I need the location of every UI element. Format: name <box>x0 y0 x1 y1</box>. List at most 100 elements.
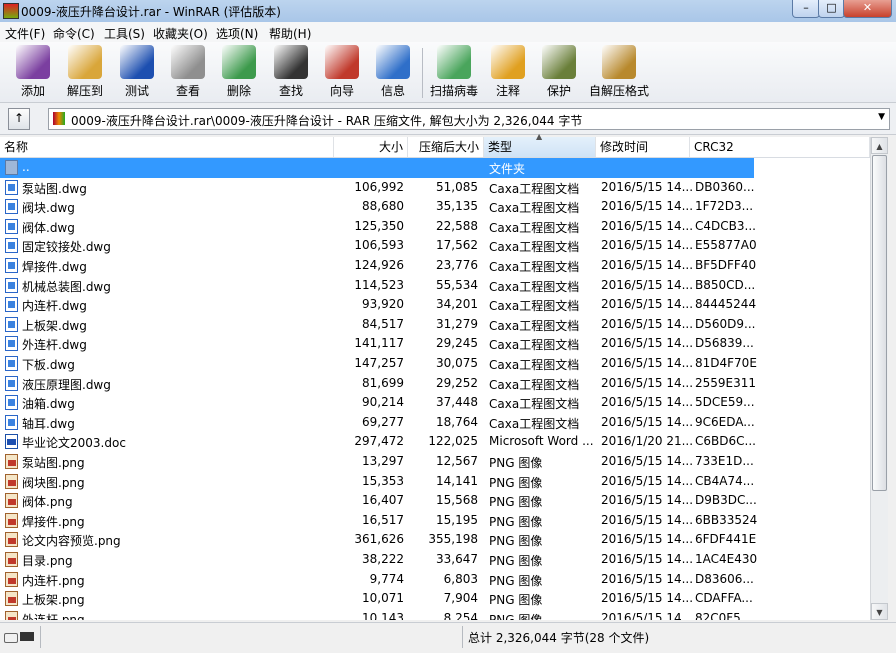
file-row[interactable]: 毕业论文2003.doc 297,472 122,025 Microsoft Word… <box>0 432 870 452</box>
menu-commands[interactable]: 命令(C) <box>53 25 95 42</box>
file-size: 16,517 <box>362 512 404 527</box>
file-size: 16,407 <box>362 493 404 508</box>
file-row[interactable]: 阀体.png 16,407 15,568 PNG 图像 2016/5/15 14... D… <box>0 491 870 511</box>
file-row[interactable]: 下板.dwg 147,257 30,075 Caxa工程图文档 2016/5/15 14… <box>0 354 870 374</box>
file-row[interactable]: 泵站图.png 13,297 12,567 PNG 图像 2016/5/15 14...… <box>0 452 870 472</box>
file-size: 147,257 <box>354 356 404 370</box>
column-packed[interactable]: 压缩后大小 <box>408 137 484 157</box>
file-type: Caxa工程图文档 <box>489 299 580 314</box>
file-row[interactable]: 内连杆.png 9,774 6,803 PNG 图像 2016/5/15 14... D8… <box>0 570 870 590</box>
sfx-button[interactable]: 自解压格式 <box>588 45 650 99</box>
file-row[interactable]: 外连杆.dwg 141,117 29,245 Caxa工程图文档 2016/5/15 1… <box>0 334 870 354</box>
comment-button[interactable]: 注释 <box>485 45 531 99</box>
key-icon[interactable] <box>20 632 34 641</box>
menu-favorites[interactable]: 收藏夹(O) <box>153 25 208 42</box>
png-file-icon <box>5 610 18 620</box>
file-row[interactable]: 目录.png 38,222 33,647 PNG 图像 2016/5/15 14... 1… <box>0 550 870 570</box>
dwg-file-icon <box>5 336 18 352</box>
file-size: 69,277 <box>362 414 404 429</box>
file-size: 361,626 <box>354 532 404 547</box>
delete-label: 删除 <box>226 84 251 98</box>
scroll-thumb[interactable] <box>872 155 887 491</box>
file-row[interactable]: 机械总装图.dwg 114,523 55,534 Caxa工程图文档 2016/5/15… <box>0 276 870 296</box>
file-type: PNG 图像 <box>489 534 543 549</box>
file-crc32: 1AC4E430 <box>695 552 758 566</box>
file-row[interactable]: 阀块图.png 15,353 14,141 PNG 图像 2016/5/15 14...… <box>0 472 870 492</box>
file-row[interactable]: 内连杆.dwg 93,920 34,201 Caxa工程图文档 2016/5/15 14… <box>0 295 870 315</box>
status-bar: 总计 2,326,044 字节(28 个文件) <box>0 622 896 653</box>
file-size: 84,517 <box>362 316 404 331</box>
file-row[interactable]: 阀块.dwg 88,680 35,135 Caxa工程图文档 2016/5/15 14.… <box>0 197 870 217</box>
file-row[interactable]: 轴耳.dwg 69,277 18,764 Caxa工程图文档 2016/5/15 14.… <box>0 413 870 433</box>
file-type: Caxa工程图文档 <box>489 338 580 353</box>
path-combobox[interactable]: 0009-液压升降台设计.rar\0009-液压升降台设计 - RAR 压缩文件… <box>48 108 890 130</box>
file-packed-size: 122,025 <box>428 434 478 449</box>
column-crc32[interactable]: CRC32 <box>690 137 870 157</box>
drive-icon[interactable] <box>4 633 18 643</box>
info-label: 信息 <box>380 84 405 98</box>
sfx-icon <box>602 45 636 79</box>
file-row[interactable]: 固定铰接处.dwg 106,593 17,562 Caxa工程图文档 2016/5/15… <box>0 236 870 256</box>
doc-file-icon <box>5 434 18 450</box>
scan-virus-button[interactable]: 扫描病毒 <box>428 45 480 99</box>
view-button[interactable]: 查看 <box>165 45 211 99</box>
menu-help[interactable]: 帮助(H) <box>269 25 311 42</box>
file-row[interactable]: 论文内容预览.png 361,626 355,198 PNG 图像 2016/5/15 … <box>0 530 870 550</box>
file-modified: 2016/5/15 14... <box>601 297 694 312</box>
file-crc32: E55877A0 <box>695 238 757 253</box>
scroll-up-icon[interactable]: ▲ <box>871 137 888 154</box>
file-list[interactable]: .. 文件夹 泵站图.dwg 106,992 51,085 Caxa工程图文档 2016/5… <box>0 158 870 620</box>
info-button[interactable]: 信息 <box>370 45 416 99</box>
delete-button[interactable]: 删除 <box>216 45 262 99</box>
file-size: 90,214 <box>362 395 404 410</box>
file-modified: 2016/5/15 14... <box>601 532 694 547</box>
protect-shield-icon <box>542 45 576 79</box>
wizard-button[interactable]: 向导 <box>319 45 365 99</box>
file-type: Caxa工程图文档 <box>489 260 580 274</box>
extract-to-button[interactable]: 解压到 <box>62 45 108 99</box>
file-row[interactable]: 油箱.dwg 90,214 37,448 Caxa工程图文档 2016/5/15 14.… <box>0 393 870 413</box>
file-modified: 2016/5/15 14... <box>601 316 694 331</box>
dwg-file-icon <box>5 297 18 313</box>
minimize-button[interactable]: – <box>792 0 820 18</box>
test-button[interactable]: 测试 <box>114 45 160 99</box>
vertical-scrollbar[interactable]: ▲ ▼ <box>870 137 888 620</box>
scroll-down-icon[interactable]: ▼ <box>871 603 888 620</box>
file-modified: 2016/5/15 14... <box>601 571 694 586</box>
test-label: 测试 <box>124 84 149 98</box>
column-size[interactable]: 大小 <box>334 137 408 157</box>
file-row[interactable]: 上板架.dwg 84,517 31,279 Caxa工程图文档 2016/5/15 14… <box>0 315 870 335</box>
file-name: 阀块.dwg <box>22 201 75 216</box>
title-bar: 0009-液压升降台设计.rar - WinRAR (评估版本) – □ ✕ <box>0 0 896 22</box>
column-modified[interactable]: 修改时间 <box>596 137 690 157</box>
up-folder-button[interactable]: ↑ <box>8 108 30 130</box>
file-row[interactable]: 阀体.dwg 125,350 22,588 Caxa工程图文档 2016/5/15 14… <box>0 217 870 237</box>
file-packed-size: 37,448 <box>436 395 478 410</box>
close-button[interactable]: ✕ <box>843 0 892 18</box>
menu-tools[interactable]: 工具(S) <box>104 25 145 42</box>
file-row[interactable]: 泵站图.dwg 106,992 51,085 Caxa工程图文档 2016/5/15 1… <box>0 178 870 198</box>
add-button[interactable]: 添加 <box>10 45 56 99</box>
find-button[interactable]: 查找 <box>268 45 314 99</box>
winrar-app-icon[interactable] <box>3 3 19 19</box>
protect-button[interactable]: 保护 <box>536 45 582 99</box>
file-type: 文件夹 <box>489 162 526 176</box>
test-book-icon <box>120 45 154 79</box>
parent-folder-row[interactable]: .. 文件夹 <box>0 158 870 178</box>
file-crc32: 733E1D... <box>695 454 754 468</box>
file-row[interactable]: 焊接件.dwg 124,926 23,776 Caxa工程图文档 2016/5/15 1… <box>0 256 870 276</box>
file-row[interactable]: 上板架.png 10,071 7,904 PNG 图像 2016/5/15 14... C… <box>0 589 870 609</box>
dwg-file-icon <box>5 218 18 234</box>
file-type: PNG 图像 <box>489 612 543 620</box>
menu-file[interactable]: 文件(F) <box>5 25 45 42</box>
file-packed-size: 15,568 <box>436 493 478 508</box>
maximize-button[interactable]: □ <box>818 0 845 18</box>
column-name[interactable]: 名称 <box>0 137 334 157</box>
file-row[interactable]: 焊接件.png 16,517 15,195 PNG 图像 2016/5/15 14...… <box>0 511 870 531</box>
file-packed-size: 34,201 <box>436 297 478 312</box>
menu-options[interactable]: 选项(N) <box>216 25 258 42</box>
file-name: 上板架.png <box>22 593 85 608</box>
file-row[interactable]: 外连杆.png 10,143 8,254 PNG 图像 2016/5/15 14... 8… <box>0 609 870 620</box>
file-row[interactable]: 液压原理图.dwg 81,699 29,252 Caxa工程图文档 2016/5/15 … <box>0 374 870 394</box>
path-dropdown-icon[interactable]: ▼ <box>878 112 885 122</box>
